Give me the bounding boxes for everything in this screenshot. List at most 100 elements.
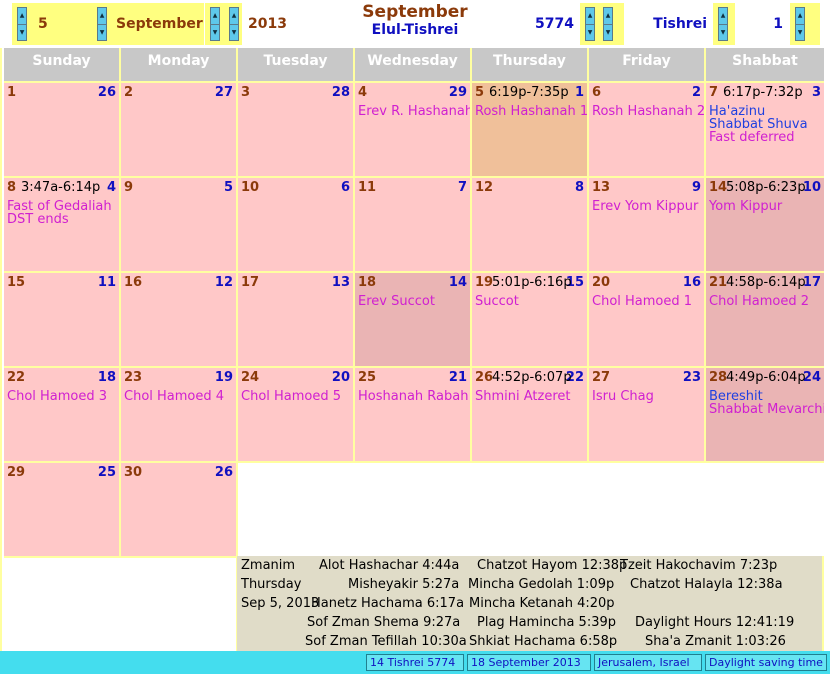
hebrew-day-number: 14 <box>448 275 467 290</box>
weekday-header-wednesday: Wednesday <box>355 48 470 81</box>
day-cell[interactable]: 11 7 <box>355 178 470 271</box>
hebrew-day-number: 13 <box>331 275 350 290</box>
hebrew-day-number: 17 <box>802 275 821 290</box>
day-cell[interactable]: 14 10 5:08p-6:23p Yom Kippur <box>706 178 824 271</box>
weekday-header-sunday: Sunday <box>4 48 119 81</box>
arrow-down-icon[interactable]: ▼ <box>230 24 238 40</box>
gregorian-day-number: 25 <box>358 370 377 385</box>
hebrew-month-field[interactable]: Tishrei <box>625 3 711 45</box>
day-cell[interactable]: 8 4 3:47a-6:14p Fast of Gedaliah DST ends <box>4 178 119 271</box>
day-cell[interactable]: 16 12 <box>121 273 236 366</box>
gregorian-day-spinner[interactable]: ▲ ▼ <box>12 3 32 45</box>
gregorian-day-number: 14 <box>709 180 728 195</box>
title-hebrew-months: Elul-Tishrei <box>371 22 459 38</box>
hebrew-day-number: 16 <box>682 275 701 290</box>
weekday-header-thursday: Thursday <box>472 48 587 81</box>
arrow-up-icon[interactable]: ▲ <box>98 8 106 24</box>
hebrew-day-spinner[interactable]: ▲ ▼ <box>790 3 820 45</box>
day-cell[interactable]: 15 11 <box>4 273 119 366</box>
day-cell[interactable]: 6 2 Rosh Hashanah 2 <box>589 83 704 176</box>
hebrew-day-number: 9 <box>691 180 701 195</box>
hebrew-month-spinner[interactable]: ▲ ▼ <box>713 3 735 45</box>
gregorian-day-number: 21 <box>709 275 728 290</box>
day-cell[interactable]: 22 18 Chol Hamoed 3 <box>4 368 119 461</box>
hebrew-year-spinner-right[interactable]: ▲ ▼ <box>598 3 624 45</box>
weekday-header-friday: Friday <box>589 48 704 81</box>
hebrew-day-number: 26 <box>97 85 116 100</box>
day-cell[interactable]: 1 26 <box>4 83 119 176</box>
zman-mincha-gedolah: Mincha Gedolah 1:09p <box>468 577 615 592</box>
zman-daylight: Daylight Hours 12:41:19 <box>635 615 795 630</box>
gregorian-day-field[interactable]: 5 <box>32 3 94 45</box>
candle-lighting-time: 6:19p-7:35p <box>489 85 569 100</box>
day-cell[interactable]: 95 <box>121 178 236 271</box>
arrow-down-icon[interactable]: ▼ <box>98 24 106 40</box>
zman-tefillah: Sof Zman Tefillah 10:30a <box>305 634 467 649</box>
gregorian-day-number: 9 <box>124 180 134 195</box>
day-cell[interactable]: 2 27 <box>121 83 236 176</box>
gregorian-day-number: 20 <box>592 275 611 290</box>
zman-mincha-ketanah: Mincha Ketanah 4:20p <box>469 596 615 611</box>
day-cell[interactable]: 18 14 Erev Succot <box>355 273 470 366</box>
gregorian-year-field[interactable]: 2013 <box>242 3 322 45</box>
day-cell[interactable]: 29 25 <box>4 463 119 556</box>
day-cell[interactable]: 26 22 4:52p-6:07p Shmini Atzeret <box>472 368 587 461</box>
day-cell[interactable]: 19 15 5:01p-6:16p Succot <box>472 273 587 366</box>
day-cell[interactable]: 24 20 Chol Hamoed 5 <box>238 368 353 461</box>
arrow-up-icon[interactable]: ▲ <box>18 8 26 24</box>
hebrew-day-number: 25 <box>97 465 116 480</box>
arrow-down-icon[interactable]: ▼ <box>796 24 804 40</box>
event-label: Chol Hamoed 4 <box>124 389 225 404</box>
candle-lighting-time: 4:52p-6:07p <box>492 370 572 385</box>
day-cell[interactable]: 28244:49p-6:04pBereshitShabbat Mevarchim <box>706 368 824 461</box>
gregorian-day-number: 12 <box>475 180 494 195</box>
event-label: Rosh Hashanah 2 <box>592 104 704 119</box>
event-label: Shmini Atzeret <box>475 389 571 404</box>
day-cell[interactable]: 10 6 <box>238 178 353 271</box>
arrow-up-icon[interactable]: ▲ <box>604 8 612 24</box>
day-cell[interactable]: 7 3 6:17p-7:32p Ha'azinu Shabbat Shuva Fast d… <box>706 83 824 176</box>
day-cell[interactable]: 17 13 <box>238 273 353 366</box>
day-cell[interactable]: 20 16 Chol Hamoed 1 <box>589 273 704 366</box>
arrow-down-icon[interactable]: ▼ <box>211 24 219 40</box>
day-cell[interactable]: 13 9 Erev Yom Kippur <box>589 178 704 271</box>
day-cell[interactable]: 5 1 6:19p-7:35p Rosh Hashanah 1 <box>472 83 587 176</box>
event-label: Shabbat Mevarchim <box>709 402 824 417</box>
day-cell[interactable]: 23 19 Chol Hamoed 4 <box>121 368 236 461</box>
day-cell[interactable]: 4 29 Erev R. Hashanah <box>355 83 470 176</box>
zman-shkiat: Shkiat Hachama 6:58p <box>469 634 618 649</box>
gregorian-day-spinner-right[interactable]: ▲ ▼ <box>92 3 112 45</box>
status-bar: 14 Tishrei 5774 18 September 2013 Jerusa… <box>0 651 830 674</box>
arrow-down-icon[interactable]: ▼ <box>18 24 26 40</box>
arrow-up-icon[interactable]: ▲ <box>211 8 219 24</box>
arrow-up-icon[interactable]: ▲ <box>230 8 238 24</box>
day-cell[interactable]: 12 8 <box>472 178 587 271</box>
candle-lighting-time: 4:58p-6:14p <box>726 275 806 290</box>
status-dst: Daylight saving time <box>705 654 827 671</box>
candle-lighting-time: 4:49p-6:04p <box>726 370 806 385</box>
hebrew-day-field[interactable]: 1 <box>735 3 787 45</box>
day-cell[interactable]: 21 17 4:58p-6:14p Chol Hamoed 2 <box>706 273 824 366</box>
hebrew-year-field[interactable]: 5774 <box>500 3 578 45</box>
gregorian-month-spinner[interactable]: ▲ ▼ <box>205 3 225 45</box>
gregorian-day-number: 26 <box>475 370 494 385</box>
hebrew-day-number: 3 <box>811 85 821 100</box>
arrow-down-icon[interactable]: ▼ <box>586 24 594 40</box>
gregorian-day-number: 2 <box>124 85 134 100</box>
day-cell[interactable]: 27 23 Isru Chag <box>589 368 704 461</box>
arrow-down-icon[interactable]: ▼ <box>719 24 727 40</box>
gregorian-day-number: 11 <box>358 180 377 195</box>
weekday-header-tuesday: Tuesday <box>238 48 353 81</box>
arrow-up-icon[interactable]: ▲ <box>586 8 594 24</box>
arrow-up-icon[interactable]: ▲ <box>719 8 727 24</box>
day-cell[interactable]: 25 21 Hoshanah Rabah <box>355 368 470 461</box>
hebrew-year-spinner[interactable]: ▲ ▼ <box>580 3 600 45</box>
day-cell[interactable]: 30 26 <box>121 463 236 556</box>
arrow-up-icon[interactable]: ▲ <box>796 8 804 24</box>
event-label: Erev Yom Kippur <box>592 199 699 214</box>
weekday-header-monday: Monday <box>121 48 236 81</box>
day-cell[interactable]: 3 28 <box>238 83 353 176</box>
gregorian-year-spinner[interactable]: ▲ ▼ <box>224 3 244 45</box>
gregorian-month-field[interactable]: September <box>110 3 204 45</box>
arrow-down-icon[interactable]: ▼ <box>604 24 612 40</box>
